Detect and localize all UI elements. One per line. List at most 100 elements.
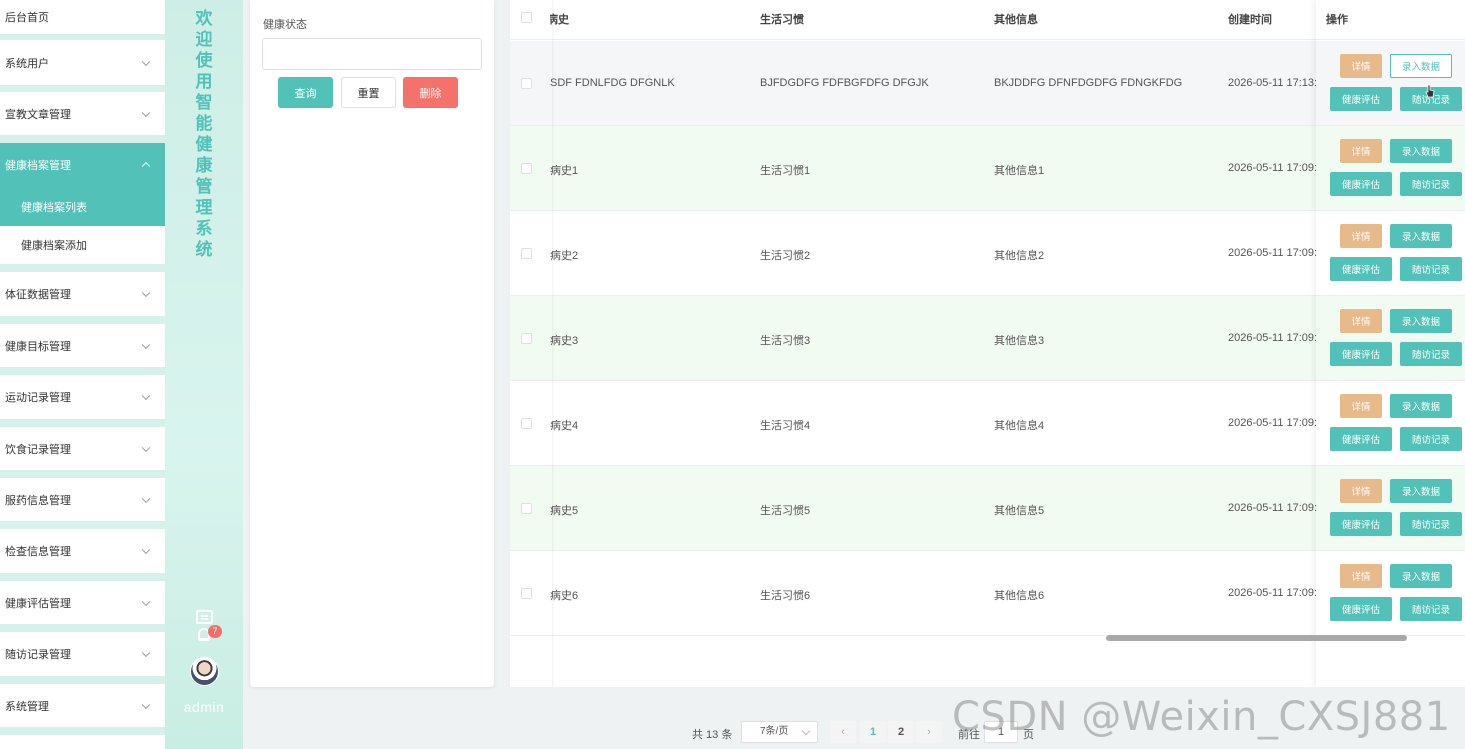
cell-history: SDF FDNLFDG DFGNLK: [550, 77, 675, 89]
sidebar-item-health-records[interactable]: 健康档案管理: [0, 143, 165, 187]
page-size-select[interactable]: 7条/页: [741, 721, 818, 743]
health-eval-button[interactable]: 健康评估: [1330, 342, 1392, 366]
cell-created: 2026-05-11 17:09:36: [1228, 332, 1316, 344]
followup-button[interactable]: 随访记录: [1400, 342, 1462, 366]
row-checkbox[interactable]: [521, 418, 532, 429]
row-checkbox[interactable]: [521, 248, 532, 259]
followup-button[interactable]: 随访记录: [1400, 597, 1462, 621]
cell-other: BKJDDFG DFNFDGDFG FDNGKFDG: [994, 77, 1183, 89]
query-button[interactable]: 查询: [278, 77, 333, 108]
username[interactable]: admin: [165, 699, 243, 715]
enter-data-button[interactable]: 录入数据: [1390, 54, 1452, 78]
sidebar-item-assessment[interactable]: 健康评估管理: [0, 581, 165, 624]
followup-button[interactable]: 随访记录: [1400, 512, 1462, 536]
health-eval-button[interactable]: 健康评估: [1330, 257, 1392, 281]
delete-button[interactable]: 删除: [403, 77, 458, 108]
hand-cursor-icon: [1425, 84, 1435, 98]
cell-created-clip: 2026-05-11 17:09:36: [1228, 211, 1316, 296]
sidebar-item-label: 检查信息管理: [5, 546, 71, 558]
row-checkbox[interactable]: [521, 588, 532, 599]
title-char: 健: [195, 135, 213, 154]
enter-data-button[interactable]: 录入数据: [1390, 309, 1452, 333]
sidebar-item-exercise[interactable]: 运动记录管理: [0, 375, 165, 419]
sidebar-item-label: 服药信息管理: [5, 494, 71, 507]
search-panel: 健康状态 查询 重置 删除: [250, 0, 494, 687]
fixed-column-shadow: [552, 0, 554, 687]
cell-created: 2026-05-11 17:09:36: [1228, 162, 1316, 174]
chevron-down-icon: [141, 57, 151, 66]
horizontal-scrollbar[interactable]: [1106, 635, 1407, 641]
health-eval-button[interactable]: 健康评估: [1330, 172, 1392, 196]
chevron-down-icon: [141, 494, 151, 503]
title-char: 智: [195, 93, 213, 112]
detail-button[interactable]: 详情: [1340, 54, 1382, 78]
sidebar-item-label: 运动记录管理: [5, 392, 71, 404]
message-icon[interactable]: [196, 610, 213, 624]
records-table: 病史 生活习惯 其他信息 创建时间 SDF FDNLFDG DFGNLK BJFD…: [510, 0, 1465, 687]
row-checkbox[interactable]: [521, 163, 532, 174]
reset-button[interactable]: 重置: [341, 77, 396, 108]
sidebar-item-diet[interactable]: 饮食记录管理: [0, 427, 165, 470]
health-eval-button[interactable]: 健康评估: [1330, 87, 1392, 111]
cell-habits: BJFDGDFG FDFBGFDFG DFGJK: [760, 77, 929, 89]
cell-created-clip: 2026-05-11 17:09:36: [1228, 551, 1316, 636]
enter-data-button[interactable]: 录入数据: [1390, 139, 1452, 163]
enter-data-button[interactable]: 录入数据: [1390, 564, 1452, 588]
chevron-down-icon: [141, 545, 151, 555]
submenu-item-record-add[interactable]: 健康档案添加: [0, 226, 165, 264]
health-status-input[interactable]: [262, 38, 482, 70]
followup-button[interactable]: 随访记录: [1400, 427, 1462, 451]
detail-button[interactable]: 详情: [1340, 224, 1382, 248]
detail-button[interactable]: 详情: [1340, 139, 1382, 163]
column-header-ops: 操作: [1326, 14, 1348, 26]
sidebar-item-articles[interactable]: 宣教文章管理: [0, 92, 165, 135]
cell-history: 病史6: [550, 590, 579, 602]
prev-page-button[interactable]: ‹: [830, 721, 856, 743]
sidebar-item-home[interactable]: 后台首页: [0, 0, 165, 34]
sidebar-item-checkups[interactable]: 检查信息管理: [0, 529, 165, 573]
detail-button[interactable]: 详情: [1340, 564, 1382, 588]
row-checkbox[interactable]: [521, 333, 532, 344]
cell-created: 2026-05-11 17:13:49: [1228, 77, 1316, 89]
column-header-habits: 生活习惯: [760, 14, 804, 26]
chevron-down-icon: [141, 288, 151, 298]
sidebar-item-label: 健康目标管理: [5, 340, 71, 353]
cell-created: 2026-05-11 17:09:36: [1228, 247, 1316, 259]
health-eval-button[interactable]: 健康评估: [1330, 512, 1392, 536]
sidebar-item-goals[interactable]: 健康目标管理: [0, 324, 165, 367]
detail-button[interactable]: 详情: [1340, 309, 1382, 333]
row-checkbox[interactable]: [521, 503, 532, 514]
cell-other: 其他信息1: [994, 165, 1045, 177]
row-checkbox[interactable]: [521, 78, 532, 89]
health-eval-button[interactable]: 健康评估: [1330, 597, 1392, 621]
cell-other: 其他信息2: [994, 250, 1045, 262]
enter-data-button[interactable]: 录入数据: [1390, 394, 1452, 418]
followup-button[interactable]: 随访记录: [1400, 172, 1462, 196]
sidebar-item-vitals[interactable]: 体征数据管理: [0, 272, 165, 316]
sidebar-item-label: 系统用户: [5, 57, 49, 70]
total-count: 共 13 条: [692, 729, 733, 741]
submenu-item-record-list[interactable]: 健康档案列表: [0, 187, 165, 226]
title-char: 能: [195, 114, 213, 133]
sidebar-item-followup[interactable]: 随访记录管理: [0, 632, 165, 676]
enter-data-button[interactable]: 录入数据: [1390, 479, 1452, 503]
health-eval-button[interactable]: 健康评估: [1330, 427, 1392, 451]
cell-habits: 生活习惯4: [760, 420, 811, 432]
sidebar-item-system-users[interactable]: 系统用户: [0, 40, 165, 85]
followup-button[interactable]: 随访记录: [1400, 257, 1462, 281]
cell-other: 其他信息5: [994, 505, 1045, 517]
sidebar-item-medication[interactable]: 服药信息管理: [0, 478, 165, 521]
operations-column: 操作 详情 录入数据 健康评估 随访记录 详情 录入数据 健康评估 随访记录 详情 录入数据 健康评…: [1316, 0, 1465, 687]
next-page-button[interactable]: ›: [916, 721, 942, 743]
page-button-2[interactable]: 2: [888, 721, 914, 743]
avatar[interactable]: [190, 657, 219, 686]
page-button-1[interactable]: 1: [860, 721, 886, 743]
select-all-checkbox[interactable]: [521, 12, 532, 23]
submenu-item-label: 健康档案添加: [21, 240, 87, 252]
detail-button[interactable]: 详情: [1340, 394, 1382, 418]
enter-data-button[interactable]: 录入数据: [1390, 224, 1452, 248]
cell-created-clip: 2026-05-11 17:09:36: [1228, 381, 1316, 466]
cell-history: 病史4: [550, 420, 579, 432]
title-char: 迎: [195, 30, 213, 49]
detail-button[interactable]: 详情: [1340, 479, 1382, 503]
